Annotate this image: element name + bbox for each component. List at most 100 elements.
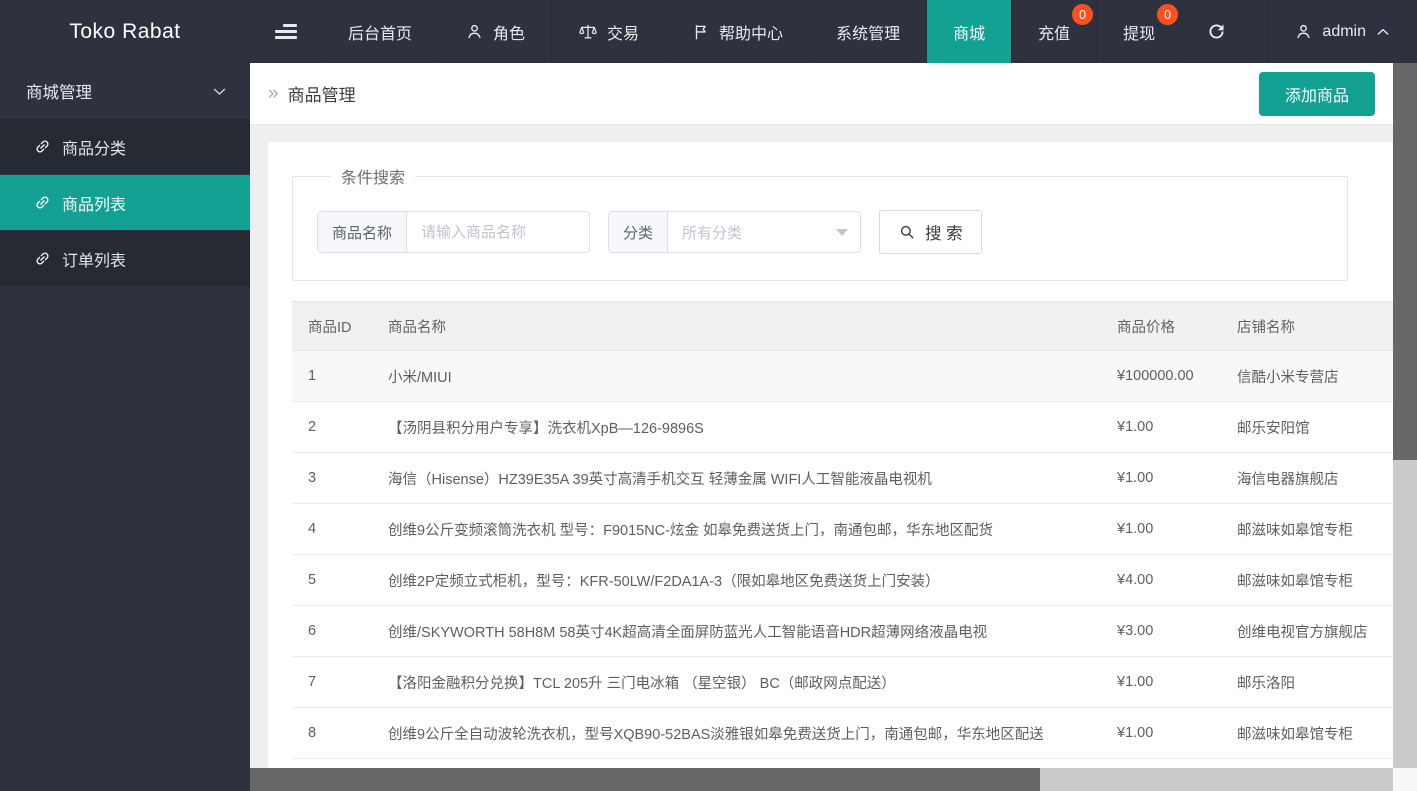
table-row[interactable]: 1 小米/MIUI ¥100000.00 信酷小米专营店 [292,350,1393,402]
column-header-store: 店铺名称 [1221,301,1393,351]
nav-label: 帮助中心 [719,25,784,43]
withdraw-count-badge: 0 [1157,4,1179,25]
nav-item-dashboard[interactable]: 后台首页 [321,0,438,63]
cell-store: 邮滋味如皋馆专柜 [1221,554,1393,606]
brand-logo: Toko Rabat [69,19,181,43]
content-card: 条件搜索 商品名称 分类 所有分类 [268,142,1393,768]
cell-id: 4 [292,503,372,555]
nav-item-system-management[interactable]: 系统管理 [809,0,926,63]
nav-item-roles[interactable]: 角色 [438,0,551,63]
cell-store: 邮乐洛阳 [1221,656,1393,708]
vertical-scrollbar-thumb[interactable] [1393,63,1417,460]
nav-label: 提现 [1123,25,1156,43]
user-menu[interactable]: admin [1267,0,1417,63]
category-label: 分类 [609,212,669,252]
nav-label: 商城 [953,25,986,43]
flag-icon [692,23,710,41]
sidebar-item-product-categories[interactable]: 商品分类 [0,119,250,175]
breadcrumb-chevrons-icon: » [268,83,279,104]
cell-price: ¥1.00 [1101,401,1221,453]
product-name-input[interactable] [407,212,590,252]
search-form: 商品名称 分类 所有分类 [317,210,1323,254]
content-area: 条件搜索 商品名称 分类 所有分类 [250,125,1393,768]
sidebar-item-label: 订单列表 [62,252,127,270]
sidebar-toggle-button[interactable] [250,0,321,63]
cell-id: 5 [292,554,372,606]
cell-price: ¥1.00 [1101,707,1221,759]
search-button-label: 搜 索 [925,225,963,243]
search-panel: 条件搜索 商品名称 分类 所有分类 [292,164,1348,281]
category-group: 分类 所有分类 [608,211,862,253]
page-title: 商品管理 [287,86,356,105]
cell-id: 2 [292,401,372,453]
user-icon [1294,22,1313,41]
refresh-button[interactable] [1181,0,1251,63]
username: admin [1322,22,1366,40]
hamburger-icon [275,24,297,39]
cell-name: 创维2P定频立式柜机，型号：KFR-50LW/F2DA1A-3（限如皋地区免费送… [372,554,1101,606]
sidebar-item-label: 商品分类 [62,140,127,158]
table-row[interactable]: 7 【洛阳金融积分兑换】TCL 205升 三门电冰箱 （星空银） BC（邮政网点配… [292,656,1393,708]
cell-id: 7 [292,656,372,708]
chevron-up-icon [1375,24,1391,40]
table-row[interactable]: 8 创维9公斤全自动波轮洗衣机，型号XQB90-52BAS淡雅银如皋免费送货上门，… [292,707,1393,759]
nav-label: 系统管理 [836,25,901,43]
table-row[interactable]: 2 【汤阴县积分用户专享】洗衣机XpB—126-9896S ¥1.00 邮乐安阳馆 [292,401,1393,453]
nav-item-withdraw[interactable]: 提现 0 [1096,0,1181,63]
table-header-row: 商品ID 商品名称 商品价格 店铺名称 [292,301,1393,351]
chevron-down-icon [211,83,228,100]
search-button[interactable]: 搜 索 [879,210,982,254]
scrollbar-corner [1393,768,1417,791]
refresh-icon [1206,21,1227,42]
nav-label: 后台首页 [348,25,413,43]
cell-store: 邮乐安阳馆 [1221,401,1393,453]
product-table-body: 1 小米/MIUI ¥100000.00 信酷小米专营店 2 【汤阴县积分用户专享】洗衣机… [292,350,1393,759]
sidebar-item-product-list[interactable]: 商品列表 [0,175,250,231]
product-table: 商品ID 商品名称 商品价格 店铺名称 1 小米/MIUI ¥100000.00 信酷… [292,301,1393,759]
cell-name: 【汤阴县积分用户专享】洗衣机XpB—126-9896S [372,401,1101,453]
nav-item-transactions[interactable]: 交易 [551,0,665,63]
main-area: » 商品管理 添加商品 条件搜索 商品名称 分类 [250,63,1417,791]
horizontal-scrollbar[interactable] [250,768,1393,791]
breadcrumb: » 商品管理 [268,81,356,106]
table-row[interactable]: 5 创维2P定频立式柜机，型号：KFR-50LW/F2DA1A-3（限如皋地区免费… [292,554,1393,606]
sidebar-item-label: 商品列表 [62,196,127,214]
search-icon [898,223,916,241]
vertical-scrollbar[interactable] [1393,63,1417,768]
sidebar-item-order-list[interactable]: 订单列表 [0,231,250,287]
nav-item-help-center[interactable]: 帮助中心 [665,0,809,63]
cell-name: 小米/MIUI [372,350,1101,402]
column-header-id: 商品ID [292,301,372,351]
category-select[interactable]: 所有分类 [668,212,860,252]
page-header: » 商品管理 添加商品 [250,63,1393,125]
link-icon [30,190,54,214]
cell-name: 创维9公斤全自动波轮洗衣机，型号XQB90-52BAS淡雅银如皋免费送货上门，南… [372,707,1101,759]
cell-name: 【洛阳金融积分兑换】TCL 205升 三门电冰箱 （星空银） BC（邮政网点配送… [372,656,1101,708]
cell-name: 创维/SKYWORTH 58H8M 58英寸4K超高清全面屏防蓝光人工智能语音H… [372,605,1101,657]
cell-id: 8 [292,707,372,759]
category-selected-value: 所有分类 [682,224,743,242]
sidebar: 商城管理 商品分类 商品列表 订单列表 [0,63,250,791]
cell-price: ¥3.00 [1101,605,1221,657]
cell-store: 创维电视官方旗舰店 [1221,605,1393,657]
table-row[interactable]: 4 创维9公斤变频滚筒洗衣机 型号：F9015NC-炫金 如皋免费送货上门，南通包… [292,503,1393,555]
cell-name: 海信（Hisense）HZ39E35A 39英寸高清手机交互 轻薄金属 WIFI… [372,452,1101,504]
topbar: Toko Rabat 后台首页 角色 交易 帮助中心 系统管理 商城 充值 0 … [0,0,1417,63]
app-window: Toko Rabat 后台首页 角色 交易 帮助中心 系统管理 商城 充值 0 … [0,0,1417,791]
table-row[interactable]: 3 海信（Hisense）HZ39E35A 39英寸高清手机交互 轻薄金属 WIF… [292,452,1393,504]
user-icon [465,22,484,41]
sidebar-group-mall-management[interactable]: 商城管理 [0,63,250,119]
cell-store: 信酷小米专营店 [1221,350,1393,402]
nav-item-mall[interactable]: 商城 [926,0,1012,63]
cell-price: ¥100000.00 [1101,350,1221,402]
top-navigation: 后台首页 角色 交易 帮助中心 系统管理 商城 充值 0 提现 0 admin [250,0,1417,63]
product-name-label: 商品名称 [318,212,408,252]
horizontal-scrollbar-thumb[interactable] [250,768,1040,791]
cell-name: 创维9公斤变频滚筒洗衣机 型号：F9015NC-炫金 如皋免费送货上门，南通包邮… [372,503,1101,555]
cell-price: ¥1.00 [1101,503,1221,555]
cell-id: 1 [292,350,372,402]
table-row[interactable]: 6 创维/SKYWORTH 58H8M 58英寸4K超高清全面屏防蓝光人工智能语音… [292,605,1393,657]
product-table-container: 商品ID 商品名称 商品价格 店铺名称 1 小米/MIUI ¥100000.00 信酷… [292,301,1393,759]
nav-item-recharge[interactable]: 充值 0 [1011,0,1096,63]
add-product-button[interactable]: 添加商品 [1258,71,1375,116]
